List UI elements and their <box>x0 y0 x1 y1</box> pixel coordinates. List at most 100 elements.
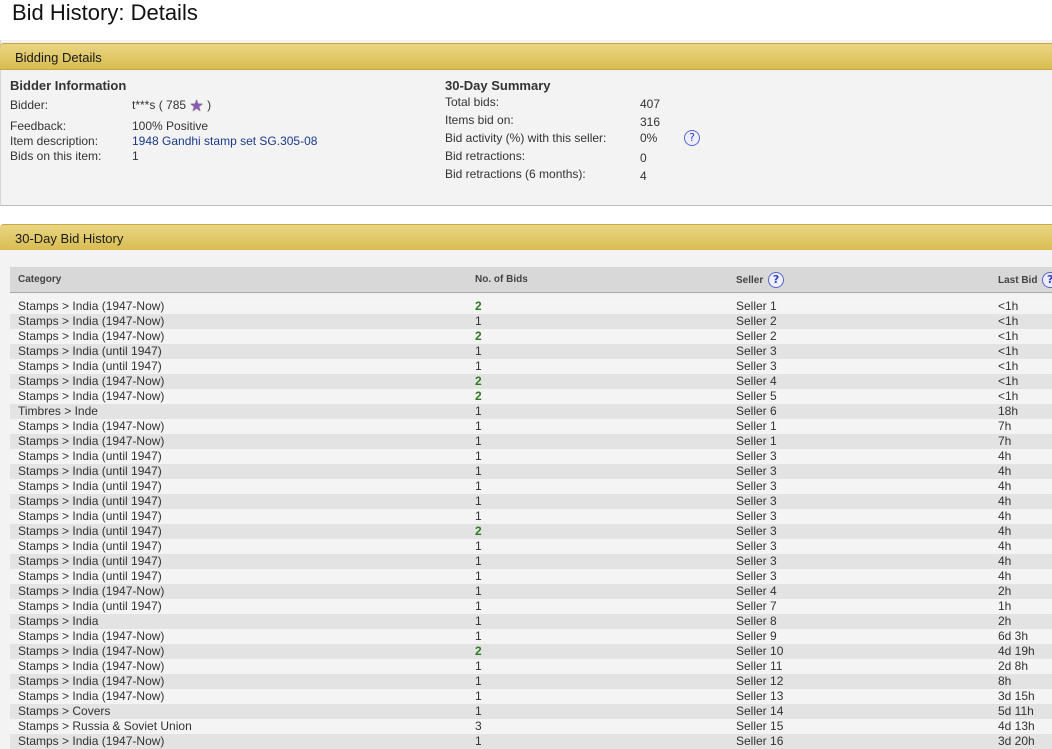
column-header-last-bid[interactable]: Last Bid ? <box>990 267 1052 293</box>
seller-cell: Seller 11 <box>728 659 990 674</box>
last-bid-cell: 4h <box>990 479 1052 494</box>
category-cell: Stamps > India (until 1947) <box>10 599 467 614</box>
last-bid-cell: 2d 8h <box>990 659 1052 674</box>
bids-cell: 1 <box>467 569 728 584</box>
category-cell: Stamps > India (1947-Now) <box>10 389 467 404</box>
table-row: Stamps > India (until 1947) 1 Seller 3 4h <box>10 554 1052 569</box>
table-row: Stamps > India (1947-Now) 1 Seller 13 3d 15… <box>10 689 1052 704</box>
last-bid-cell: <1h <box>990 344 1052 359</box>
seller-help-icon[interactable]: ? <box>768 271 785 288</box>
seller-cell: Seller 3 <box>728 359 990 374</box>
purple-star-icon[interactable]: ★ <box>189 98 203 115</box>
seller-cell: Seller 16 <box>728 734 990 749</box>
feedback-label: Feedback: <box>10 119 67 133</box>
bidder-name[interactable]: t***s <box>132 98 155 112</box>
category-cell: Stamps > India (until 1947) <box>10 359 467 374</box>
category-cell: Stamps > India (1947-Now) <box>10 689 467 704</box>
bids-cell: 2 <box>467 299 728 314</box>
last-bid-cell: 3d 20h <box>990 734 1052 749</box>
summary-label: Bid retractions: <box>445 149 526 163</box>
table-row: Stamps > India 1 Seller 8 2h <box>10 614 1052 629</box>
last-bid-cell: 8h <box>990 674 1052 689</box>
category-cell: Stamps > India (until 1947) <box>10 539 467 554</box>
bids-cell: 1 <box>467 659 728 674</box>
summary-value: 0% <box>640 131 658 145</box>
category-cell: Stamps > India (until 1947) <box>10 524 467 539</box>
seller-cell: Seller 3 <box>728 479 990 494</box>
category-cell: Stamps > India (1947-Now) <box>10 674 467 689</box>
column-header-last-bid-label[interactable]: Last Bid <box>998 275 1037 286</box>
last-bid-cell: 4h <box>990 509 1052 524</box>
bids-cell: 2 <box>467 524 728 539</box>
last-bid-cell: 4h <box>990 449 1052 464</box>
last-bid-cell: <1h <box>990 329 1052 344</box>
seller-cell: Seller 2 <box>728 329 990 344</box>
column-header-category[interactable]: Category <box>10 267 467 293</box>
table-row: Stamps > India (until 1947) 1 Seller 3 4h <box>10 569 1052 584</box>
seller-cell: Seller 7 <box>728 599 990 614</box>
category-cell: Stamps > India (until 1947) <box>10 554 467 569</box>
table-row: Stamps > India (1947-Now) 1 Seller 1 7h <box>10 434 1052 449</box>
bid-activity-help-icon[interactable]: ? <box>684 130 700 146</box>
table-row: Stamps > India (until 1947) 1 Seller 3 4h <box>10 464 1052 479</box>
category-cell: Stamps > India <box>10 614 467 629</box>
last-bid-cell: 4h <box>990 524 1052 539</box>
last-bid-cell: 6d 3h <box>990 629 1052 644</box>
summary-label: Bid activity (%) with this seller: <box>445 131 607 145</box>
table-row: Stamps > India (1947-Now) 2 Seller 4 <1h <box>10 374 1052 389</box>
table-row: Stamps > India (until 1947) 1 Seller 3 4h <box>10 494 1052 509</box>
category-cell: Stamps > India (1947-Now) <box>10 629 467 644</box>
last-bid-cell: <1h <box>990 299 1052 314</box>
last-bid-cell: 1h <box>990 599 1052 614</box>
bids-cell: 2 <box>467 374 728 389</box>
bids-cell: 1 <box>467 689 728 704</box>
summary-label: Total bids: <box>445 95 500 109</box>
item-description-link[interactable]: 1948 Gandhi stamp set SG.305-08 <box>132 134 317 148</box>
column-header-seller[interactable]: Seller ? <box>728 267 990 293</box>
category-cell: Stamps > India (1947-Now) <box>10 299 467 314</box>
column-header-seller-label[interactable]: Seller <box>736 275 763 286</box>
bids-cell: 1 <box>467 434 728 449</box>
last-bid-cell: 4h <box>990 539 1052 554</box>
feedback-value: 100% Positive <box>132 119 209 133</box>
summary-label: Items bid on: <box>445 113 514 127</box>
seller-cell: Seller 3 <box>728 464 990 479</box>
table-row: Timbres > Inde 1 Seller 6 18h <box>10 404 1052 419</box>
bids-cell: 1 <box>467 554 728 569</box>
seller-cell: Seller 9 <box>728 629 990 644</box>
category-cell: Stamps > Covers <box>10 704 467 719</box>
table-row: Stamps > India (1947-Now) 1 Seller 12 8h <box>10 674 1052 689</box>
bids-cell: 1 <box>467 704 728 719</box>
bids-cell: 2 <box>467 644 728 659</box>
seller-cell: Seller 3 <box>728 569 990 584</box>
bidder-score[interactable]: ( 785 <box>159 98 186 112</box>
last-bid-cell: 4h <box>990 494 1052 509</box>
bids-cell: 1 <box>467 494 728 509</box>
seller-cell: Seller 12 <box>728 674 990 689</box>
last-bid-cell: <1h <box>990 359 1052 374</box>
table-row: Stamps > India (1947-Now) 2 Seller 2 <1h <box>10 329 1052 344</box>
table-row: Stamps > India (1947-Now) 1 Seller 11 2d 8h <box>10 659 1052 674</box>
bid-history-table: Category No. of Bids Seller ? Last Bid ?… <box>10 267 1052 749</box>
category-cell: Stamps > India (1947-Now) <box>10 734 467 749</box>
category-cell: Stamps > India (until 1947) <box>10 464 467 479</box>
table-row: Stamps > India (1947-Now) 2 Seller 5 <1h <box>10 389 1052 404</box>
seller-cell: Seller 5 <box>728 389 990 404</box>
bids-cell: 2 <box>467 389 728 404</box>
last-bid-cell: 7h <box>990 419 1052 434</box>
bidder-score-close: ) <box>207 98 212 113</box>
table-row: Stamps > India (until 1947) 1 Seller 3 4h <box>10 479 1052 494</box>
seller-cell: Seller 10 <box>728 644 990 659</box>
bids-cell: 1 <box>467 344 728 359</box>
bids-cell: 1 <box>467 314 728 329</box>
table-row: Stamps > India (1947-Now) 1 Seller 1 7h <box>10 419 1052 434</box>
item-description-label: Item description: <box>10 134 99 148</box>
column-header-bids[interactable]: No. of Bids <box>467 267 728 293</box>
last-bid-help-icon[interactable]: ? <box>1042 271 1052 288</box>
category-cell: Stamps > India (1947-Now) <box>10 329 467 344</box>
bidding-details-header: Bidding Details <box>0 43 1052 70</box>
category-cell: Stamps > India (until 1947) <box>10 509 467 524</box>
table-row: Stamps > India (1947-Now) 2 Seller 1 <1h <box>10 299 1052 314</box>
bids-cell: 1 <box>467 614 728 629</box>
bids-cell: 3 <box>467 719 728 734</box>
